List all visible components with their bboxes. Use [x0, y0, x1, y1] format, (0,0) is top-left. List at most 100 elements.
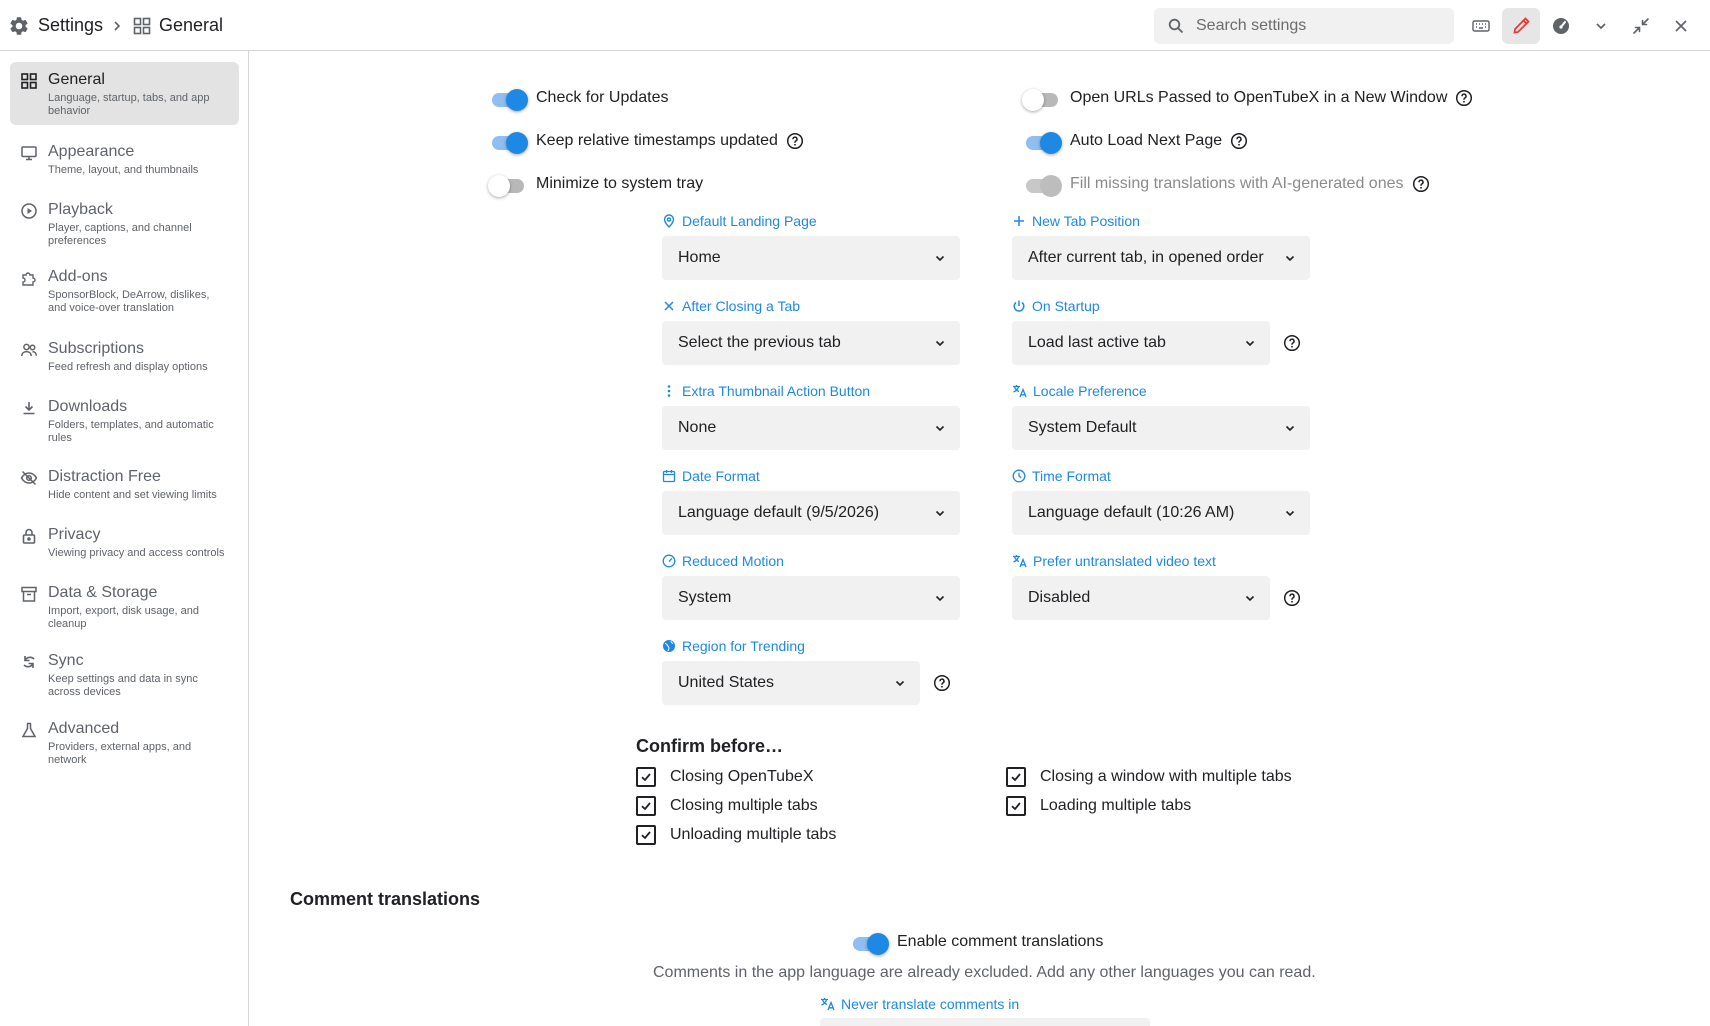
- sidebar-item-title: Appearance: [48, 143, 135, 160]
- select-value: Disabled: [1028, 589, 1091, 606]
- breadcrumb-root[interactable]: Settings: [8, 0, 103, 51]
- minimize-window-button[interactable]: [1622, 8, 1660, 44]
- eye-off-icon: [20, 469, 38, 487]
- toggle-label: Auto Load Next Page: [1070, 132, 1223, 149]
- theme-editor-button[interactable]: [1502, 8, 1540, 44]
- keyboard-shortcuts-button[interactable]: [1462, 8, 1500, 44]
- comment-translations-toggle[interactable]: [851, 932, 889, 955]
- select-value: Language default (10:26 AM): [1028, 504, 1235, 521]
- help-icon[interactable]: [933, 674, 951, 697]
- more-options-button[interactable]: [1582, 8, 1620, 44]
- sidebar-item-advanced[interactable]: Advanced Providers, external apps, and n…: [10, 711, 239, 775]
- locale-label: Locale Preference: [1012, 383, 1147, 399]
- help-icon[interactable]: [1412, 175, 1430, 193]
- thumbnail-action-select[interactable]: None: [662, 406, 960, 450]
- sidebar-item-desc: Language, startup, tabs, and app behavio…: [48, 92, 210, 117]
- toggle-label: Fill missing translations with AI-genera…: [1070, 175, 1404, 192]
- confirm-closing-app[interactable]: Closing OpenTubeX: [636, 767, 814, 787]
- keyboard-icon: [1471, 16, 1491, 36]
- checkbox[interactable]: [636, 767, 656, 787]
- chevron-down-icon: [1244, 337, 1256, 349]
- field-label-text: Extra Thumbnail Action Button: [682, 383, 871, 399]
- region-select[interactable]: United States: [662, 661, 920, 705]
- checkbox[interactable]: [1006, 796, 1026, 816]
- date-format-label: Date Format: [662, 468, 760, 484]
- after-closing-tab-select[interactable]: Select the previous tab: [662, 321, 960, 365]
- help-icon[interactable]: [1455, 89, 1473, 107]
- reduced-motion-select[interactable]: System: [662, 576, 960, 620]
- field-label-text: Default Landing Page: [682, 213, 817, 229]
- confirm-closing-multiple-tabs[interactable]: Closing multiple tabs: [636, 796, 818, 816]
- relative-timestamps-toggle[interactable]: [490, 131, 528, 154]
- sidebar-item-title: Privacy: [48, 526, 101, 543]
- checkbox[interactable]: [1006, 767, 1026, 787]
- confirm-closing-window[interactable]: Closing a window with multiple tabs: [1006, 767, 1292, 787]
- help-icon[interactable]: [1230, 132, 1248, 150]
- help-icon[interactable]: [1283, 334, 1301, 357]
- sidebar-item-title: Advanced: [48, 720, 120, 737]
- fill-translations-setting: Fill missing translations with AI-genera…: [1024, 170, 1430, 198]
- help-icon[interactable]: [786, 132, 804, 150]
- on-startup-label: On Startup: [1012, 298, 1100, 314]
- untranslated-text-select[interactable]: Disabled: [1012, 576, 1270, 620]
- on-startup-select[interactable]: Load last active tab: [1012, 321, 1270, 365]
- comment-translations-setting: Enable comment translations: [851, 928, 1103, 956]
- thumbnail-action-label: Extra Thumbnail Action Button: [662, 383, 870, 399]
- checkbox[interactable]: [636, 825, 656, 845]
- field-label-text: Locale Preference: [1033, 383, 1147, 399]
- performance-button[interactable]: [1542, 8, 1580, 44]
- field-label-text: Time Format: [1032, 468, 1111, 484]
- sidebar-item-playback[interactable]: Playback Player, captions, and channel p…: [10, 192, 239, 256]
- select-value: Home: [678, 249, 721, 266]
- auto-load-setting: Auto Load Next Page: [1024, 127, 1248, 155]
- search-input[interactable]: [1194, 16, 1438, 36]
- search-icon: [1168, 18, 1184, 34]
- chevron-down-icon: [1594, 19, 1608, 33]
- sidebar-item-subscriptions[interactable]: Subscriptions Feed refresh and display o…: [10, 331, 239, 382]
- chevron-down-icon: [934, 252, 946, 264]
- breadcrumb-current-label: General: [159, 15, 224, 35]
- field-label-text: New Tab Position: [1032, 213, 1140, 229]
- confirm-loading-multiple-tabs[interactable]: Loading multiple tabs: [1006, 796, 1191, 816]
- sidebar-item-distraction-free[interactable]: Distraction Free Hide content and set vi…: [10, 459, 239, 510]
- sidebar-item-downloads[interactable]: Downloads Folders, templates, and automa…: [10, 389, 239, 453]
- grid-icon: [133, 17, 151, 35]
- confirm-unloading-multiple-tabs[interactable]: Unloading multiple tabs: [636, 825, 836, 845]
- auto-load-toggle[interactable]: [1024, 131, 1062, 154]
- sidebar-item-appearance[interactable]: Appearance Theme, layout, and thumbnails: [10, 134, 239, 185]
- sidebar-item-sync[interactable]: Sync Keep settings and data in sync acro…: [10, 643, 239, 707]
- sidebar-item-general[interactable]: General Language, startup, tabs, and app…: [10, 62, 239, 125]
- chevron-down-icon: [934, 507, 946, 519]
- landing-page-select[interactable]: Home: [662, 236, 960, 280]
- sidebar-item-privacy[interactable]: Privacy Viewing privacy and access contr…: [10, 517, 239, 568]
- clock-icon: [1012, 469, 1026, 483]
- checkbox[interactable]: [636, 796, 656, 816]
- landing-page-label: Default Landing Page: [662, 213, 817, 229]
- breadcrumb-root-label: Settings: [38, 15, 104, 35]
- sidebar-item-desc: Keep settings and data in sync across de…: [48, 673, 198, 698]
- help-icon[interactable]: [1283, 589, 1301, 612]
- check-updates-toggle[interactable]: [490, 88, 528, 111]
- sidebar-item-title: General: [48, 71, 105, 88]
- sidebar-item-title: Add-ons: [48, 268, 108, 285]
- close-button[interactable]: [1662, 8, 1700, 44]
- checkbox-label: Unloading multiple tabs: [670, 826, 837, 843]
- checkbox-label: Closing a window with multiple tabs: [1040, 768, 1292, 785]
- power-icon: [1012, 299, 1026, 313]
- time-format-select[interactable]: Language default (10:26 AM): [1012, 491, 1310, 535]
- chevron-down-icon: [1284, 507, 1296, 519]
- select-value: System: [678, 589, 732, 606]
- region-label: Region for Trending: [662, 638, 805, 654]
- date-format-select[interactable]: Language default (9/5/2026): [662, 491, 960, 535]
- gear-icon: [8, 15, 30, 37]
- new-tab-position-select[interactable]: After current tab, in opened order: [1012, 236, 1310, 280]
- locale-select[interactable]: System Default: [1012, 406, 1310, 450]
- lock-icon: [20, 527, 38, 545]
- never-translate-select[interactable]: [820, 1018, 1150, 1026]
- sync-icon: [20, 653, 38, 671]
- open-urls-toggle[interactable]: [1022, 88, 1060, 111]
- select-value: After current tab, in opened order: [1028, 249, 1264, 266]
- sidebar-item-addons[interactable]: Add-ons SponsorBlock, DeArrow, dislikes,…: [10, 259, 239, 323]
- sidebar-item-data-storage[interactable]: Data & Storage Import, export, disk usag…: [10, 575, 239, 639]
- minimize-tray-toggle[interactable]: [488, 174, 526, 197]
